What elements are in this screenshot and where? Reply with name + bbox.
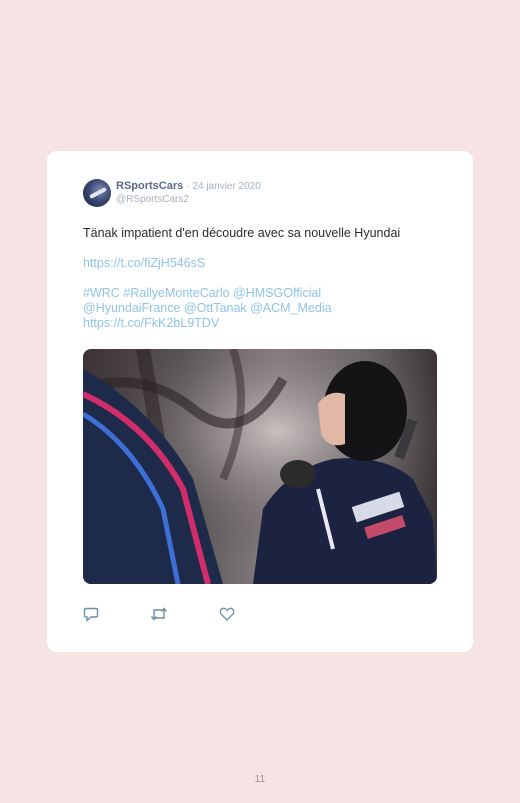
display-name[interactable]: RSportsCars <box>116 180 183 192</box>
mentions-line[interactable]: @HyundaiFrance @OttTanak @ACM_Media <box>83 301 443 317</box>
user-handle[interactable]: @RSportsCars2 <box>116 194 189 205</box>
like-icon[interactable] <box>219 606 237 624</box>
avatar[interactable] <box>83 179 111 207</box>
tweet-link[interactable]: https://t.co/fiZjH546sS <box>83 256 443 272</box>
hashtags-line[interactable]: #WRC #RallyeMonteCarlo @HMSGOfficial <box>83 286 443 302</box>
tweet-photo[interactable] <box>83 349 437 584</box>
tweet-card: RSportsCars · 24 janvier 2020 @RSportsCa… <box>47 151 473 652</box>
reply-icon[interactable] <box>83 606 101 624</box>
tweet-date: · 24 janvier 2020 <box>186 181 261 192</box>
retweet-icon[interactable] <box>150 606 168 624</box>
page-number: 11 <box>254 774 266 785</box>
tweet-author: RSportsCars · 24 janvier 2020 <box>116 180 261 192</box>
tweet-actions <box>83 606 283 624</box>
tweet-link-2[interactable]: https://t.co/FkK2bL9TDV <box>83 316 443 332</box>
tweet-text: Tänak impatient d'en découdre avec sa no… <box>83 226 401 240</box>
